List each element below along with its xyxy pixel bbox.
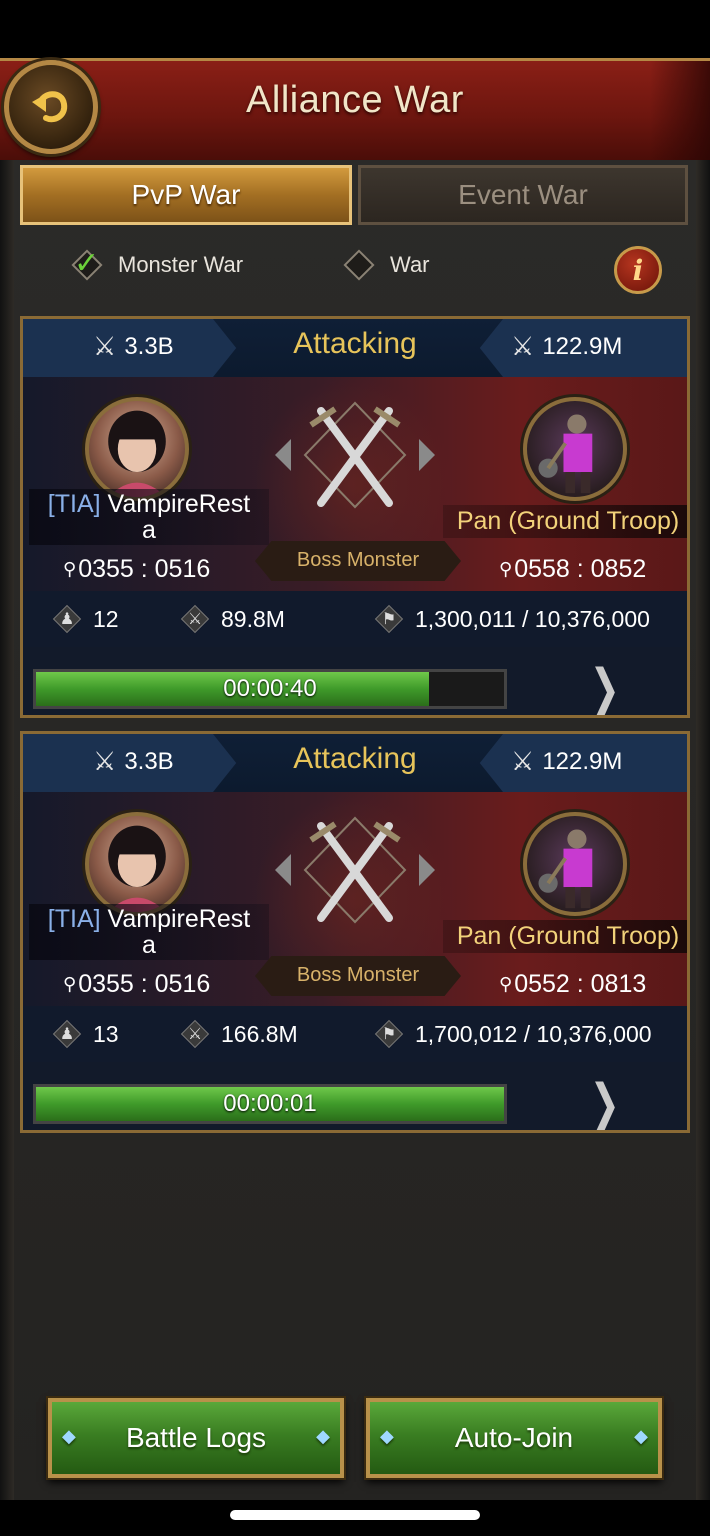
defender-power-value: 122.9M [542, 747, 623, 775]
flag-icon: ⚑ [373, 603, 405, 635]
tab-pvp-war[interactable]: PvP War [20, 165, 352, 225]
player-avatar[interactable] [85, 812, 189, 916]
target-type-badge: Boss Monster [255, 956, 461, 996]
location-pin-icon: ⚲ [63, 974, 77, 994]
troop-power-value: 89.8M [221, 605, 285, 632]
filter-monster-war[interactable]: ✓ Monster War [70, 247, 244, 282]
player-avatar[interactable] [85, 397, 189, 501]
battle-card[interactable]: ⚔ 3.3B Attacking ⚔ 122.9M [TIA] VampireR… [20, 316, 690, 718]
player-name-text: VampireRest [107, 905, 251, 933]
coords-value: 0558 : 0852 [514, 555, 647, 583]
monster-name[interactable]: Pan (Ground Troop) [443, 505, 687, 538]
player-portrait-icon [108, 410, 166, 497]
defender-power: ⚔ 122.9M [511, 331, 622, 362]
troop-power-stat: ⚔ 89.8M [179, 603, 285, 635]
checkbox-checked-icon: ✓ [70, 247, 104, 282]
coords-value: 0355 : 0516 [78, 970, 211, 998]
player-portrait-icon [108, 825, 166, 912]
defender-power: ⚔ 122.9M [511, 746, 622, 777]
page-title: Alliance War [246, 79, 464, 121]
alliance-tag: [TIA] [47, 490, 101, 518]
troops-stat: ⚑ 1,300,011 / 10,376,000 [373, 603, 650, 635]
vs-crossed-swords-icon [275, 401, 435, 509]
info-icon[interactable]: i [614, 246, 662, 294]
troop-power-value: 166.8M [221, 1020, 298, 1047]
auto-join-button[interactable]: Auto-Join [366, 1398, 662, 1478]
defender-coords[interactable]: ⚲ 0552 : 0813 [499, 970, 646, 999]
monster-portrait-icon [538, 829, 593, 909]
members-stat: ♟ 12 [51, 603, 119, 635]
monster-avatar[interactable] [523, 812, 627, 916]
chevron-right-icon[interactable]: ❯ [590, 659, 621, 715]
back-arrow-icon [32, 91, 68, 123]
soldier-icon: ♟ [51, 1018, 83, 1050]
vs-crossed-swords-icon [275, 816, 435, 924]
troops-value: 1,300,011 / 10,376,000 [415, 605, 650, 632]
soldier-icon: ♟ [51, 603, 83, 635]
alliance-tag: [TIA] [47, 905, 101, 933]
target-type-badge: Boss Monster [255, 541, 461, 581]
monster-portrait-icon [538, 414, 593, 494]
home-indicator[interactable] [230, 1510, 480, 1520]
progress-row: 00:00:01 ❯ [23, 1062, 687, 1130]
crossed-swords-icon: ⚔ [511, 746, 535, 776]
members-stat: ♟ 13 [51, 1018, 119, 1050]
chevron-right-icon[interactable]: ❯ [590, 1074, 621, 1130]
battle-card-header: ⚔ 3.3B Attacking ⚔ 122.9M [23, 319, 687, 377]
coords-value: 0355 : 0516 [78, 555, 211, 583]
battle-card-header: ⚔ 3.3B Attacking ⚔ 122.9M [23, 734, 687, 792]
monster-avatar[interactable] [523, 397, 627, 501]
location-pin-icon: ⚲ [499, 974, 513, 994]
troop-power-stat: ⚔ 166.8M [179, 1018, 298, 1050]
location-pin-icon: ⚲ [63, 559, 77, 579]
flag-icon: ⚑ [373, 1018, 405, 1050]
filter-label: Monster War [118, 252, 244, 277]
march-progress-bar: 00:00:01 [33, 1084, 507, 1124]
members-value: 12 [93, 605, 119, 632]
march-progress-bar: 00:00:40 [33, 669, 507, 709]
march-timer: 00:00:40 [223, 675, 317, 702]
defender-coords[interactable]: ⚲ 0558 : 0852 [499, 555, 646, 584]
player-name[interactable]: [TIA] VampireRest a [29, 904, 269, 960]
player-name-wrap: a [142, 931, 156, 959]
screen: Alliance War PvP War Event War ✓ Monster… [0, 0, 710, 1536]
swords-icon: ⚔ [179, 603, 211, 635]
battle-stats: ♟ 13 ⚔ 166.8M ⚑ 1,700,012 / 10,376,000 [23, 1006, 687, 1062]
troops-stat: ⚑ 1,700,012 / 10,376,000 [373, 1018, 652, 1050]
battle-logs-button[interactable]: Battle Logs [48, 1398, 344, 1478]
back-button[interactable] [4, 60, 98, 154]
defender-power-value: 122.9M [542, 332, 623, 360]
progress-row: 00:00:40 ❯ [23, 647, 687, 715]
coords-value: 0552 : 0813 [514, 970, 647, 998]
attacker-coords[interactable]: ⚲ 0355 : 0516 [63, 555, 210, 584]
attacker-coords[interactable]: ⚲ 0355 : 0516 [63, 970, 210, 999]
crossed-swords-icon: ⚔ [511, 331, 535, 361]
player-name-text: VampireRest [107, 490, 251, 518]
swords-icon: ⚔ [179, 1018, 211, 1050]
tab-event-war[interactable]: Event War [358, 165, 688, 225]
troops-value: 1,700,012 / 10,376,000 [415, 1020, 652, 1047]
player-name-wrap: a [142, 516, 156, 544]
members-value: 13 [93, 1020, 119, 1047]
march-timer: 00:00:01 [223, 1090, 317, 1117]
monster-name[interactable]: Pan (Ground Troop) [443, 920, 687, 953]
battle-card[interactable]: ⚔ 3.3B Attacking ⚔ 122.9M [TIA] VampireR… [20, 731, 690, 1133]
filter-label: War [390, 252, 430, 277]
checkbox-unchecked-icon [342, 248, 376, 282]
battle-stats: ♟ 12 ⚔ 89.8M ⚑ 1,300,011 / 10,376,000 [23, 591, 687, 647]
player-name[interactable]: [TIA] VampireRest a [29, 489, 269, 545]
location-pin-icon: ⚲ [499, 559, 513, 579]
filter-war[interactable]: War [342, 248, 430, 282]
header-banner: Alliance War [0, 58, 710, 164]
